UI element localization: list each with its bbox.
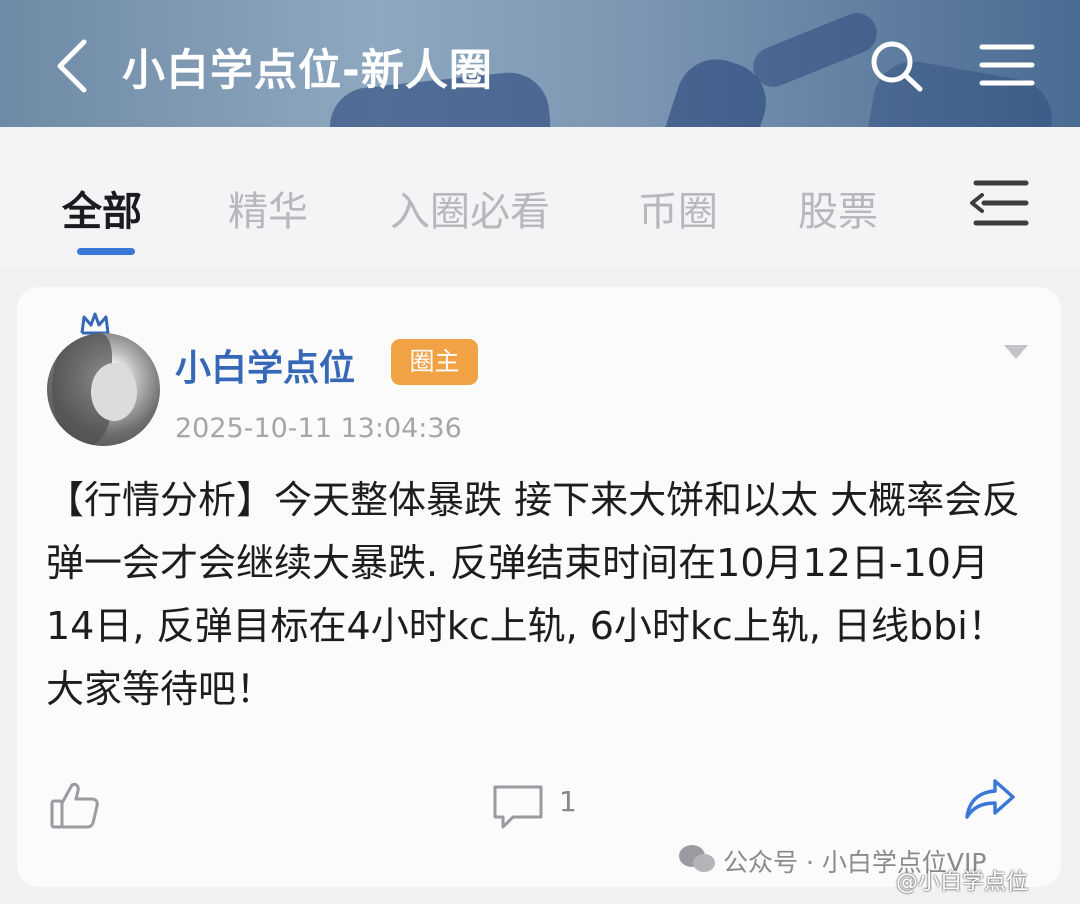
comment-icon <box>493 785 543 829</box>
search-button[interactable] <box>866 38 926 94</box>
post-options-button[interactable] <box>1001 341 1031 363</box>
tab-must-read[interactable]: 入圈必看 <box>390 179 550 237</box>
tab-featured[interactable]: 精华 <box>228 179 308 237</box>
menu-button[interactable] <box>978 42 1036 88</box>
comment-button[interactable] <box>491 783 545 831</box>
owner-badge: 圈主 <box>391 339 478 385</box>
wechat-icon <box>679 845 715 872</box>
share-button[interactable] <box>963 775 1017 823</box>
search-icon <box>871 41 923 92</box>
author-name[interactable]: 小白学点位 <box>175 339 355 391</box>
watermark-overlay: @小白学点位 <box>896 870 1029 895</box>
tab-all[interactable]: 全部 <box>62 179 142 237</box>
like-button[interactable] <box>48 781 100 831</box>
avatar[interactable] <box>47 333 160 446</box>
list-menu-icon <box>970 180 1029 226</box>
tab-menu-button[interactable] <box>968 177 1030 229</box>
header-background-art <box>747 7 883 93</box>
triangle-down-icon <box>1004 345 1028 359</box>
chevron-left-icon <box>57 39 87 93</box>
header-bar: 小白学点位-新人圈 <box>0 0 1080 127</box>
hamburger-menu-icon <box>979 44 1035 86</box>
thumbs-up-icon <box>50 782 99 829</box>
avatar-image <box>91 363 137 421</box>
active-tab-indicator <box>77 248 135 255</box>
comment-count: 1 <box>559 785 577 818</box>
post-card: 小白学点位 圈主 2025-10-11 13:04:36 【行情分析】今天整体暴… <box>17 287 1061 887</box>
tab-stocks[interactable]: 股票 <box>798 179 878 237</box>
tab-crypto[interactable]: 币圈 <box>638 179 718 237</box>
post-content: 【行情分析】今天整体暴跌 接下来大饼和以太 大概率会反弹一会才会继续大暴跌. 反… <box>46 478 1021 711</box>
tab-bar: 全部 精华 入圈必看 币圈 股票 <box>0 127 1080 267</box>
back-button[interactable] <box>50 36 100 96</box>
post-timestamp: 2025-10-11 13:04:36 <box>175 413 462 444</box>
share-arrow-icon <box>965 779 1015 819</box>
page-title: 小白学点位-新人圈 <box>122 46 493 96</box>
